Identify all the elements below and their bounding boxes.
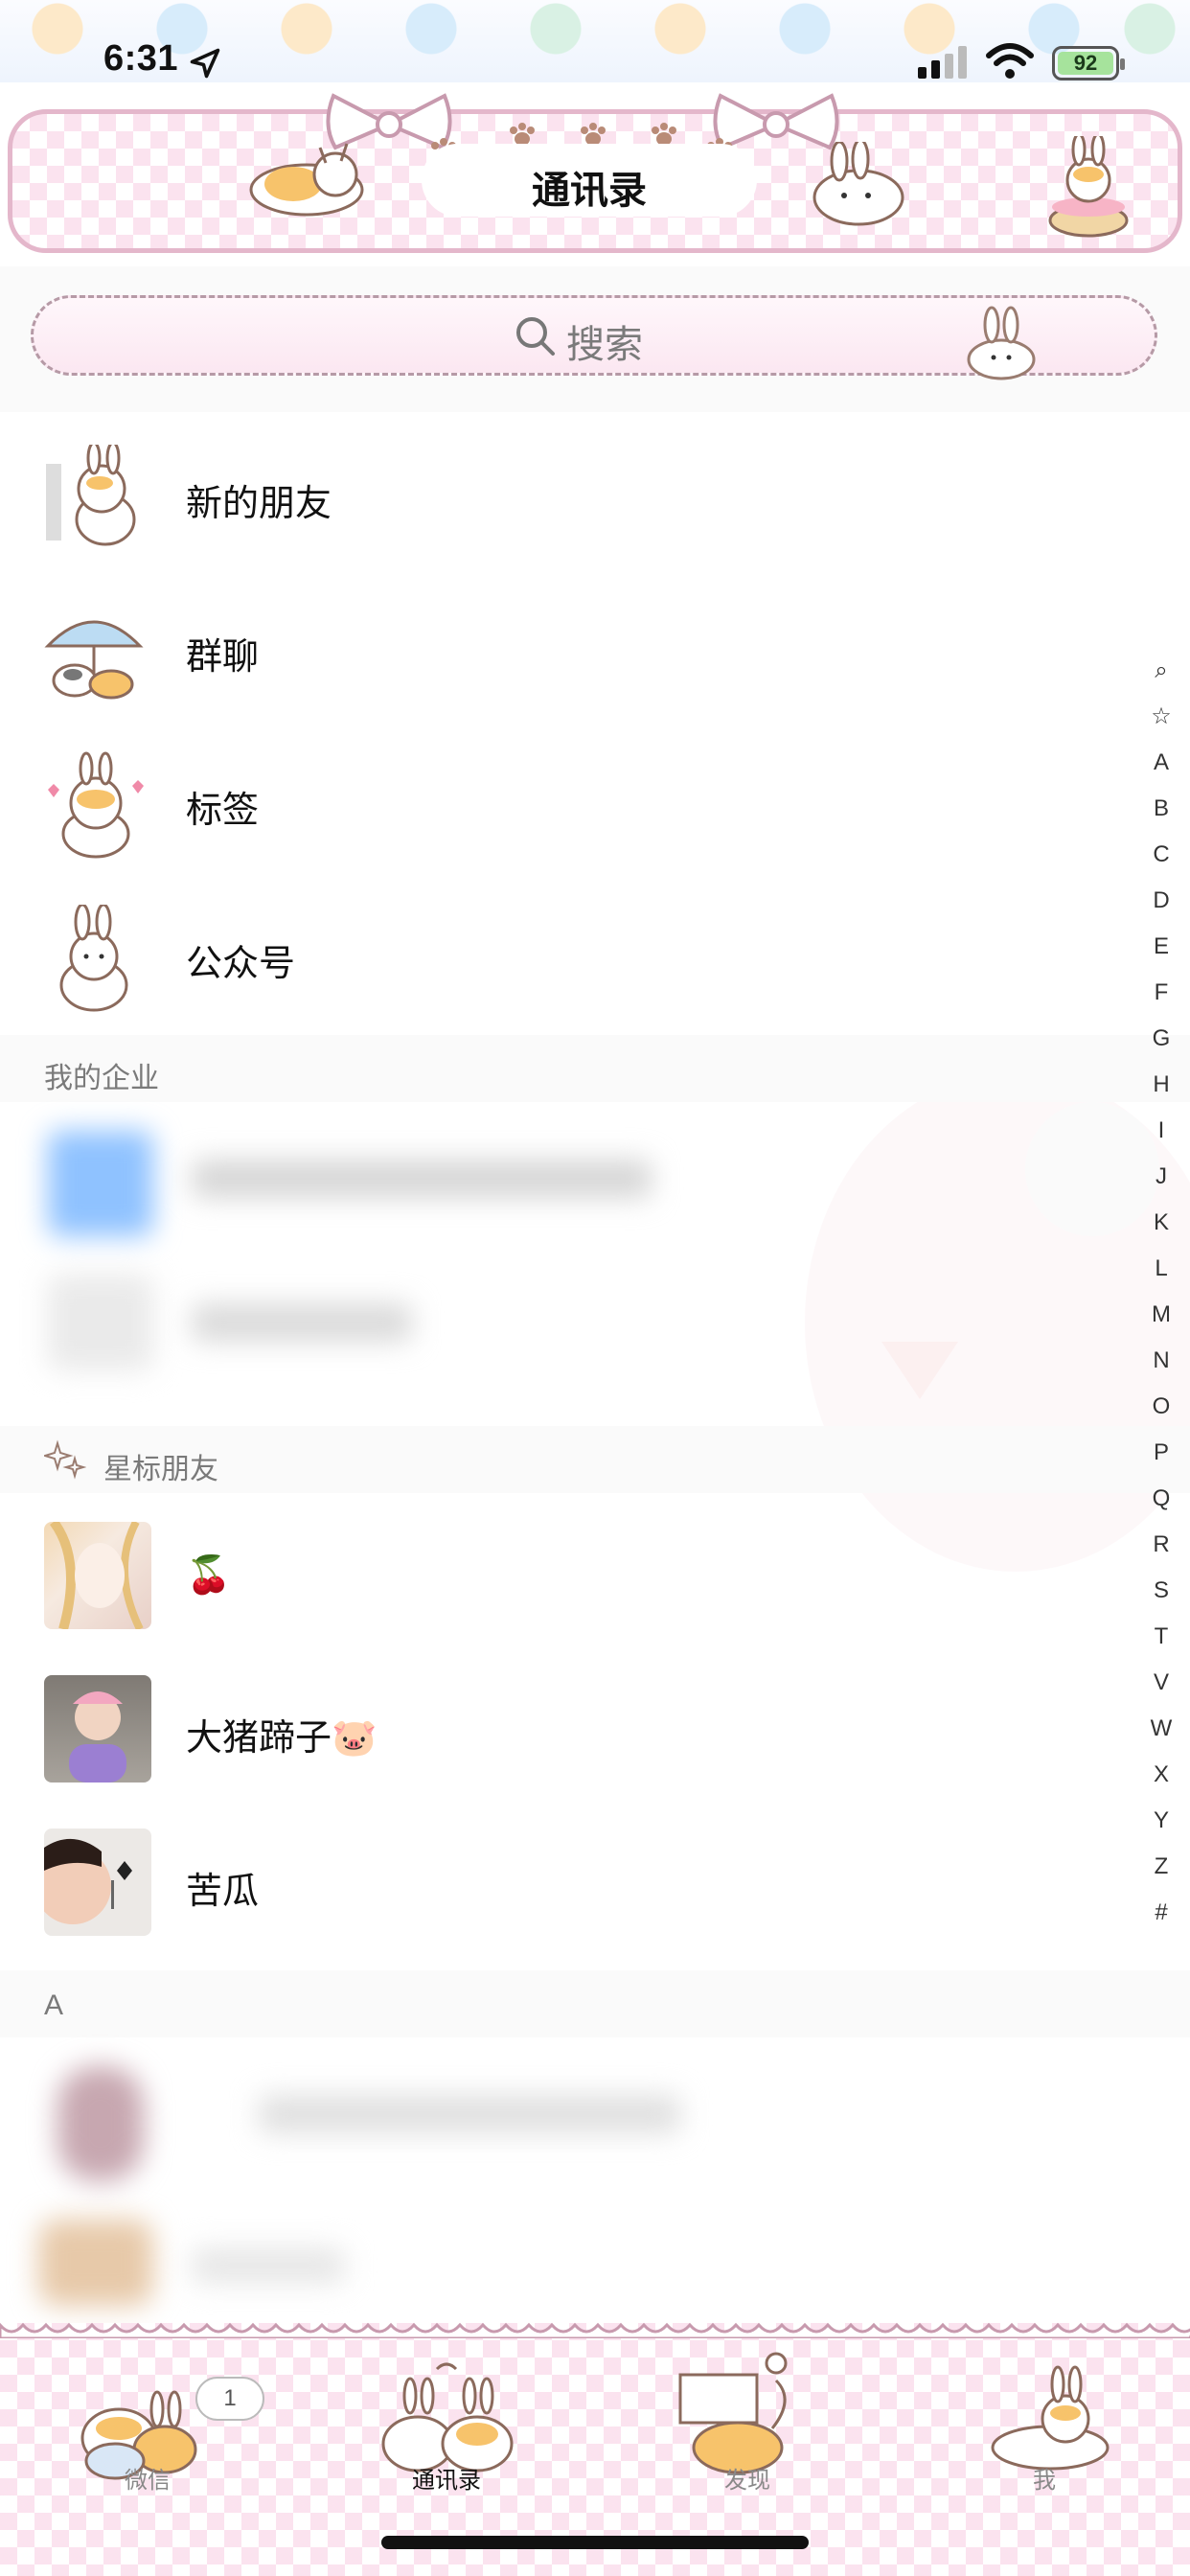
index-letter[interactable]: W [1142,1706,1180,1752]
status-time: 6:31 [103,38,179,79]
starred-friend-row[interactable]: 大猪蹄子🐷 [0,1648,1140,1802]
index-letter[interactable]: J [1142,1154,1180,1200]
index-letter[interactable]: O [1142,1384,1180,1430]
list-item-label: 新的朋友 [186,484,332,524]
header-banner: 通讯录 [0,88,1190,261]
contact-list-blurred[interactable] [0,2037,1140,2321]
tab-contacts[interactable]: 通讯录 [332,2342,561,2505]
list-item-tags[interactable]: 标签 [0,721,1140,874]
starred-friend-row[interactable]: 苦瓜 [0,1802,1140,1955]
index-letter[interactable]: X [1142,1752,1180,1798]
search-placeholder: 搜索 [566,324,643,366]
umbrella-cats-icon [44,620,144,700]
sleeping-cat-icon [249,143,364,217]
list-item-new-friends[interactable]: 新的朋友 [0,414,1140,567]
list-item-official-accounts[interactable]: 公众号 [0,874,1140,1027]
home-indicator[interactable] [381,2536,809,2549]
white-bunny-icon [812,142,904,226]
index-letter[interactable]: F [1142,970,1180,1016]
index-letter[interactable]: D [1142,878,1180,924]
tab-wechat[interactable]: 1 微信 [33,2342,264,2505]
list-item-label: 标签 [186,791,260,831]
index-letter[interactable]: A [1142,740,1180,786]
unread-badge: 1 [195,2377,264,2421]
avatar [44,1675,151,1782]
wifi-icon [986,43,1034,79]
index-letter[interactable]: S [1142,1568,1180,1614]
index-letter[interactable]: I [1142,1108,1180,1154]
section-title: 我的企业 [44,1063,159,1094]
index-letter[interactable]: C [1142,832,1180,878]
contact-name: 🍒 [186,1555,232,1596]
index-letter[interactable]: K [1142,1200,1180,1246]
search-icon [516,317,555,356]
index-letter[interactable]: N [1142,1338,1180,1384]
section-header-a: A [0,1970,1190,2037]
index-letter[interactable]: Y [1142,1798,1180,1844]
alphabet-index[interactable]: ⌕ ☆ A B C D E F G H I J K L M N O P Q R S T V W X Y Z # [1142,648,1180,1936]
contact-name: 大猪蹄子🐷 [186,1718,378,1759]
tab-label: 微信 [125,2468,171,2494]
index-letter[interactable]: # [1142,1890,1180,1936]
index-letter[interactable]: M [1142,1292,1180,1338]
white-bunny-icon [59,905,128,1012]
tab-discover[interactable]: 发现 [632,2342,862,2505]
scalloped-edge [0,2322,1190,2338]
battery-level: 92 [1058,52,1113,75]
status-bar: 6:31 92 [0,0,1190,82]
index-letter[interactable]: T [1142,1614,1180,1660]
index-letter[interactable]: V [1142,1660,1180,1706]
search-section: 搜索 [0,266,1190,412]
avatar [44,1522,151,1629]
bunny-icon [967,306,1036,380]
contact-name: 苦瓜 [186,1872,260,1912]
index-letter[interactable]: L [1142,1246,1180,1292]
index-letter[interactable]: Q [1142,1476,1180,1522]
list-item-label: 公众号 [186,944,296,984]
index-letter[interactable]: E [1142,924,1180,970]
enterprise-list-blurred[interactable] [0,1102,1140,1399]
bunny-cat-peeking-icon [46,445,136,546]
section-header-starred: 星标朋友 [0,1426,1190,1493]
cellular-signal-icon [918,46,967,79]
bunny-cat-hearts-icon [48,751,144,859]
index-letter[interactable]: Z [1142,1844,1180,1890]
avatar [44,1828,151,1936]
list-item-label: 群聊 [186,637,260,678]
battery-indicator: 92 [1052,46,1125,80]
index-star-icon[interactable]: ☆ [1142,694,1180,740]
sparkle-icon [44,1439,86,1480]
tab-label: 我 [1033,2468,1056,2494]
index-letter[interactable]: G [1142,1016,1180,1062]
index-letter[interactable]: B [1142,786,1180,832]
tab-me[interactable]: 我 [929,2342,1159,2505]
section-title: 星标朋友 [103,1454,218,1485]
index-letter[interactable]: H [1142,1062,1180,1108]
search-bar[interactable]: 搜索 [31,295,1157,380]
section-header-enterprise: 我的企业 [0,1035,1190,1102]
page-title: 通讯录 [532,170,647,212]
list-item-group-chats[interactable]: 群聊 [0,567,1140,721]
tab-label: 通讯录 [412,2468,481,2494]
macaron-cat-icon [1048,136,1129,238]
tab-label: 发现 [724,2468,770,2494]
starred-friend-row[interactable]: 🍒 [0,1495,1140,1648]
index-letter[interactable]: P [1142,1430,1180,1476]
location-arrow-icon [190,48,220,79]
index-search-icon[interactable]: ⌕ [1142,648,1180,694]
index-letter[interactable]: R [1142,1522,1180,1568]
section-title: A [44,1990,64,2021]
